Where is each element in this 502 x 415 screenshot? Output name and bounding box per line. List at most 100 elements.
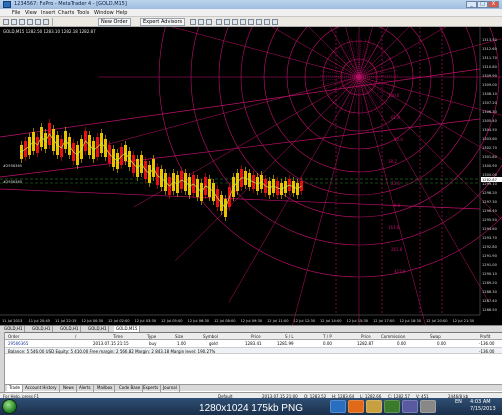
- time-tick-label: 12 Jul 09:30: [241, 319, 263, 323]
- autoscroll-icon[interactable]: [248, 19, 254, 25]
- order-price: 1283.41: [245, 341, 262, 346]
- col-type[interactable]: Type: [147, 334, 156, 339]
- col-swap[interactable]: Swap: [430, 334, 441, 339]
- price-tick-label: 1307.20: [482, 101, 498, 105]
- price-tick-label: 1291.00: [482, 263, 498, 267]
- indicators-icon[interactable]: [256, 19, 262, 25]
- fib-level-label: 423.6: [394, 269, 406, 274]
- fib-ray: [358, 76, 490, 303]
- price-tick-label: 1296.40: [482, 209, 498, 213]
- toolbar-separator: [52, 18, 53, 26]
- minimize-button[interactable]: _: [466, 1, 477, 8]
- menu-help[interactable]: Help: [116, 10, 127, 16]
- candlestick-icon[interactable]: [198, 19, 204, 25]
- tab-code-base[interactable]: Code Base: [117, 385, 144, 392]
- price-tick-label: 1303.60: [482, 137, 498, 141]
- terminal-icon[interactable]: [43, 19, 49, 25]
- col-symbol[interactable]: Symbol: [203, 334, 218, 339]
- balance-profit: -136.00: [479, 349, 495, 354]
- time-tick-label: 12 Jul 08:00: [214, 319, 236, 323]
- market-watch-icon[interactable]: [19, 19, 25, 25]
- order-sl: 1281.99: [277, 341, 294, 346]
- price-tick-label: 1306.30: [482, 110, 498, 114]
- table-row[interactable]: 29566365 2013.07.15 21:15 buy 1.00 gold …: [5, 340, 502, 347]
- price-tick-label: 1297.30: [482, 200, 498, 204]
- periods-icon[interactable]: [264, 19, 270, 25]
- order-label: #2956365: [3, 180, 22, 184]
- chart-area[interactable]: 100.0 61.8 50.0 38.2 23.6 0.0 161.8 261.8 423.6 1…: [0, 0, 502, 337]
- price-chart[interactable]: 100.0 61.8 50.0 38.2 23.6 0.0 161.8 261.8 423.6 1…: [0, 0, 502, 337]
- app-icon: [3, 1, 11, 8]
- price-tick-label: 1305.40: [482, 119, 498, 123]
- price-tick-label: 1302.70: [482, 146, 498, 150]
- new-order-button[interactable]: New Order: [98, 18, 131, 26]
- menu-window[interactable]: Window: [94, 10, 114, 16]
- order-size: 1.00: [177, 341, 186, 346]
- tab-account-history[interactable]: Account History: [23, 385, 60, 392]
- line-chart-icon[interactable]: [206, 19, 212, 25]
- new-chart-icon[interactable]: [3, 19, 9, 25]
- menu-view[interactable]: View: [25, 10, 37, 16]
- fib-level-label: 61.8: [391, 115, 400, 120]
- fib-fan-dot: [333, 45, 360, 78]
- col-sl[interactable]: S / L: [285, 334, 294, 339]
- fib-fan-dot: [358, 45, 384, 78]
- expert-advisors-button[interactable]: Expert Advisors: [140, 18, 186, 26]
- order-type: buy: [149, 341, 157, 346]
- tab-alerts[interactable]: Alerts: [77, 385, 94, 392]
- price-tick-label: 1300.90: [482, 164, 498, 168]
- col-order[interactable]: Order: [8, 334, 19, 339]
- time-tick-label: 12 Jul 21:30: [453, 319, 475, 323]
- data-window-icon[interactable]: [27, 19, 33, 25]
- fib-level-label: 38.2: [388, 159, 397, 164]
- tab-news[interactable]: News: [61, 385, 77, 392]
- terminal-tabs: Trade Account History News Alerts Mailbo…: [5, 384, 502, 392]
- zoom-in-icon[interactable]: [216, 19, 222, 25]
- price-tick-label: 1312.60: [482, 47, 498, 51]
- price-tick-label: 1288.30: [482, 290, 498, 294]
- fib-level-label: 50.0: [394, 137, 403, 142]
- menu-tools[interactable]: Tools: [77, 10, 89, 16]
- tile-windows-icon[interactable]: [232, 19, 238, 25]
- col-cur-price[interactable]: Price: [361, 334, 371, 339]
- maximize-button[interactable]: □: [477, 1, 488, 8]
- fib-level-label: 23.6: [391, 181, 400, 186]
- menu-file[interactable]: File: [12, 10, 20, 16]
- col-time[interactable]: Time: [113, 334, 123, 339]
- tab-trade[interactable]: Trade: [7, 385, 23, 392]
- menu-charts[interactable]: Charts: [58, 10, 74, 16]
- fib-level-label: 261.8: [391, 247, 403, 252]
- zoom-out-icon[interactable]: [224, 19, 230, 25]
- price-tick-label: 1290.10: [482, 272, 498, 276]
- time-tick-label: 12 Jul 05:00: [161, 319, 183, 323]
- time-tick-label: 12 Jul 03:30: [135, 319, 157, 323]
- menu-insert[interactable]: Insert: [41, 10, 55, 16]
- tab-experts[interactable]: Experts: [141, 385, 162, 392]
- close-button[interactable]: X: [488, 1, 499, 8]
- col-tp[interactable]: T / P: [323, 334, 332, 339]
- templates-icon[interactable]: [272, 19, 278, 25]
- tab-journal[interactable]: Journal: [161, 385, 180, 392]
- balance-text: Balance: 5 546.00 USD Equity: 5 410.00 F…: [8, 349, 216, 354]
- tab-mailbox[interactable]: Mailbox: [95, 385, 116, 392]
- navigator-icon[interactable]: [35, 19, 41, 25]
- col-profit[interactable]: Profit: [480, 334, 490, 339]
- order-time: 2013.07.15 21:15: [93, 341, 129, 346]
- price-tick-label: 1313.50: [482, 38, 498, 42]
- col-size[interactable]: Size: [175, 334, 183, 339]
- time-tick-label: 12 Jul 00:30: [82, 319, 104, 323]
- fib-fan-dot: [353, 76, 360, 117]
- order-commission: 0.00: [397, 341, 406, 346]
- time-tick-label: 12 Jul 14:00: [320, 319, 342, 323]
- time-tick-label: 12 Jul 17:00: [373, 319, 395, 323]
- profiles-icon[interactable]: [11, 19, 17, 25]
- chart-title: GOLD,M15 1282.50 1283.10 1282.18 1282.87: [3, 29, 96, 34]
- fib-ray: [174, 76, 360, 262]
- chart-shift-icon[interactable]: [240, 19, 246, 25]
- image-caption: 1280x1024 175kb PNG: [199, 403, 303, 414]
- col-price[interactable]: Price: [251, 334, 261, 339]
- time-tick-label: 12 Jul 20:00: [426, 319, 448, 323]
- bar-chart-icon[interactable]: [190, 19, 196, 25]
- order-profit: -136.00: [479, 341, 495, 346]
- col-commission[interactable]: Commission: [381, 334, 405, 339]
